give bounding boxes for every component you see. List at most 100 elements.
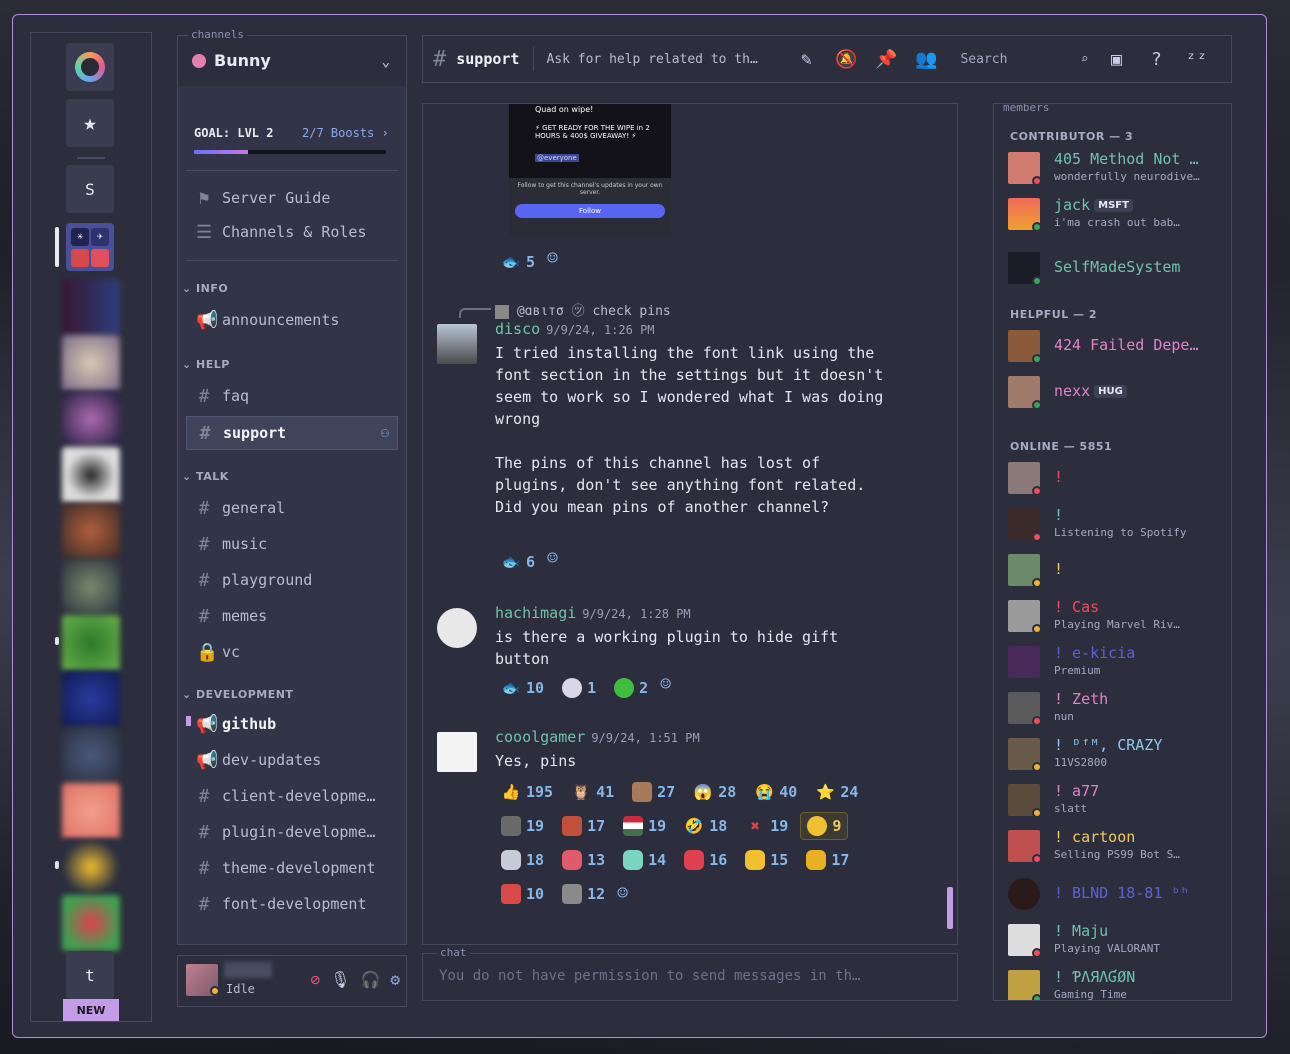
channel-general[interactable]: # general bbox=[186, 492, 398, 524]
channel-plugin-development[interactable]: # plugin-developme… bbox=[186, 816, 398, 848]
channel-client-development[interactable]: # client-developme… bbox=[186, 780, 398, 812]
member-item[interactable]: ! BLND 18-81 ᵇʰ bbox=[1008, 878, 1223, 918]
reaction[interactable]: 🐟 6 bbox=[495, 548, 541, 576]
favorites-star-button[interactable]: ★ bbox=[66, 99, 114, 147]
member-item[interactable]: ! Listening to Spotify bbox=[1008, 506, 1223, 548]
member-item[interactable]: ! Zeth nun bbox=[1008, 690, 1223, 732]
reaction[interactable]: 19 bbox=[617, 812, 672, 840]
reaction[interactable]: 27 bbox=[626, 778, 681, 806]
channel-vc[interactable]: 🔒 vc bbox=[186, 636, 398, 668]
member-item[interactable]: ! e-kicia Premium bbox=[1008, 644, 1223, 686]
server-icon[interactable] bbox=[62, 839, 120, 895]
server-icon[interactable] bbox=[62, 615, 120, 671]
reaction[interactable]: 16 bbox=[678, 846, 733, 874]
inbox-icon[interactable]: ▣ bbox=[1104, 47, 1128, 71]
user-avatar[interactable] bbox=[437, 608, 477, 648]
reaction-selected[interactable]: 9 bbox=[800, 812, 849, 840]
server-guide-item[interactable]: ⚑ Server Guide bbox=[186, 182, 398, 214]
reaction[interactable]: 🐟 10 bbox=[495, 674, 550, 702]
reaction[interactable]: 🦉 41 bbox=[565, 778, 620, 806]
author-name[interactable]: hachimagi bbox=[495, 604, 576, 622]
help-icon[interactable]: ? bbox=[1144, 47, 1168, 71]
reaction[interactable]: 😱 28 bbox=[687, 778, 742, 806]
channel-playground[interactable]: # playground bbox=[186, 564, 398, 596]
chevron-down-icon[interactable]: ⌄ bbox=[382, 54, 390, 70]
member-item[interactable]: ! Maju Playing VALORANT bbox=[1008, 922, 1223, 964]
threads-icon[interactable]: ✎ bbox=[794, 47, 818, 71]
reaction[interactable]: 17 bbox=[800, 846, 855, 874]
reaction[interactable]: 12 bbox=[556, 880, 611, 908]
user-avatar[interactable] bbox=[437, 732, 477, 772]
reply-preview[interactable]: @ɑвιтσ ㋡ check pins bbox=[495, 300, 671, 319]
member-item[interactable]: ! a77 slatt bbox=[1008, 782, 1223, 824]
reaction[interactable]: 14 bbox=[617, 846, 672, 874]
server-icon[interactable] bbox=[62, 335, 120, 391]
channel-music[interactable]: # music bbox=[186, 528, 398, 560]
member-item[interactable]: ! bbox=[1008, 462, 1223, 502]
camera-off-icon[interactable]: ⊘ bbox=[310, 970, 320, 989]
member-item[interactable]: 405 Method Not … wonderfully neurodive… bbox=[1008, 150, 1223, 192]
category-development[interactable]: ⌄ DEVELOPMENT bbox=[182, 688, 293, 701]
author-name[interactable]: disco bbox=[495, 320, 540, 338]
notifications-muted-icon[interactable]: 🔕 bbox=[834, 47, 858, 71]
channel-font-development[interactable]: # font-development bbox=[186, 888, 398, 920]
member-list-icon[interactable]: 👥 bbox=[914, 47, 938, 71]
author-name[interactable]: cooolgamer bbox=[495, 728, 585, 746]
member-item[interactable]: nexx HUG bbox=[1008, 376, 1223, 416]
message-input[interactable]: chat You do not have permission to send … bbox=[422, 946, 958, 1001]
server-icon[interactable] bbox=[62, 895, 120, 951]
reaction[interactable]: 🤣 18 bbox=[678, 812, 733, 840]
channel-theme-development[interactable]: # theme-development bbox=[186, 852, 398, 884]
channel-faq[interactable]: # faq bbox=[186, 380, 398, 412]
add-reaction-icon[interactable]: ☺ bbox=[547, 548, 558, 576]
channels-roles-item[interactable]: ☰ Channels & Roles bbox=[186, 216, 398, 248]
sleep-icon[interactable]: ᶻᶻ bbox=[1184, 47, 1208, 71]
reaction[interactable]: 🐟 5 bbox=[495, 248, 541, 276]
pin-icon[interactable]: 📌 bbox=[874, 47, 898, 71]
embed-image[interactable]: Quad on wipe! ⚡ GET READY FOR THE WIPE i… bbox=[509, 104, 671, 236]
server-icon[interactable] bbox=[62, 503, 120, 559]
member-item[interactable]: ! ƤΛЯΛƓØN Gaming Time bbox=[1008, 968, 1223, 1000]
server-icon[interactable] bbox=[62, 559, 120, 615]
member-item[interactable]: SelfMadeSystem bbox=[1008, 252, 1223, 292]
add-member-icon[interactable]: ⚇ bbox=[381, 425, 389, 441]
member-item[interactable]: ! bbox=[1008, 554, 1223, 594]
server-icon-t[interactable]: t bbox=[66, 951, 114, 999]
member-item[interactable]: jack MSFT i'ma crash out bab… bbox=[1008, 196, 1223, 238]
category-talk[interactable]: ⌄ TALK bbox=[182, 470, 229, 483]
channel-dev-updates[interactable]: 📢 dev-updates bbox=[186, 744, 398, 776]
reaction[interactable]: 1 bbox=[556, 674, 602, 702]
server-icon[interactable] bbox=[62, 391, 120, 447]
server-folder[interactable]: ✳ ✈ bbox=[66, 223, 114, 271]
server-icon[interactable] bbox=[62, 279, 120, 335]
member-item[interactable]: ! cartoon Selling PS99 Bot S… bbox=[1008, 828, 1223, 870]
server-icon[interactable] bbox=[62, 727, 120, 783]
user-avatar[interactable] bbox=[437, 324, 477, 364]
reaction[interactable]: 19 bbox=[495, 812, 550, 840]
guild-header[interactable]: Bunny bbox=[192, 51, 271, 70]
home-avatar-button[interactable] bbox=[66, 43, 114, 91]
reaction[interactable]: 😭 40 bbox=[748, 778, 803, 806]
reaction[interactable]: 13 bbox=[556, 846, 611, 874]
boost-progress[interactable]: 2/7 Boosts › bbox=[302, 126, 389, 140]
server-icon[interactable] bbox=[62, 671, 120, 727]
channel-memes[interactable]: # memes bbox=[186, 600, 398, 632]
headphones-icon[interactable]: 🎧 bbox=[360, 970, 380, 989]
reaction[interactable]: 10 bbox=[495, 880, 550, 908]
reaction[interactable]: 2 bbox=[608, 674, 654, 702]
channel-support[interactable]: # support ⚇ bbox=[186, 416, 398, 450]
server-icon-s[interactable]: S bbox=[66, 165, 114, 213]
gear-icon[interactable]: ⚙ bbox=[390, 970, 400, 989]
search-input[interactable]: Search ⌕ bbox=[954, 44, 1094, 74]
channel-topic[interactable]: Ask for help related to th… bbox=[546, 52, 778, 67]
microphone-icon[interactable]: 🎙 bbox=[330, 970, 350, 989]
member-item[interactable]: ! Cas Playing Marvel Riv… bbox=[1008, 598, 1223, 640]
reaction[interactable]: ⭐ 24 bbox=[809, 778, 864, 806]
member-item[interactable]: 424 Failed Depe… bbox=[1008, 330, 1223, 370]
add-reaction-icon[interactable]: ☺ bbox=[547, 248, 558, 276]
server-icon[interactable] bbox=[62, 447, 120, 503]
server-icon[interactable] bbox=[62, 783, 120, 839]
channel-announcements[interactable]: 📢 announcements bbox=[186, 304, 398, 336]
scrollbar-thumb[interactable] bbox=[947, 887, 953, 929]
reaction[interactable]: ✖ 19 bbox=[739, 812, 794, 840]
